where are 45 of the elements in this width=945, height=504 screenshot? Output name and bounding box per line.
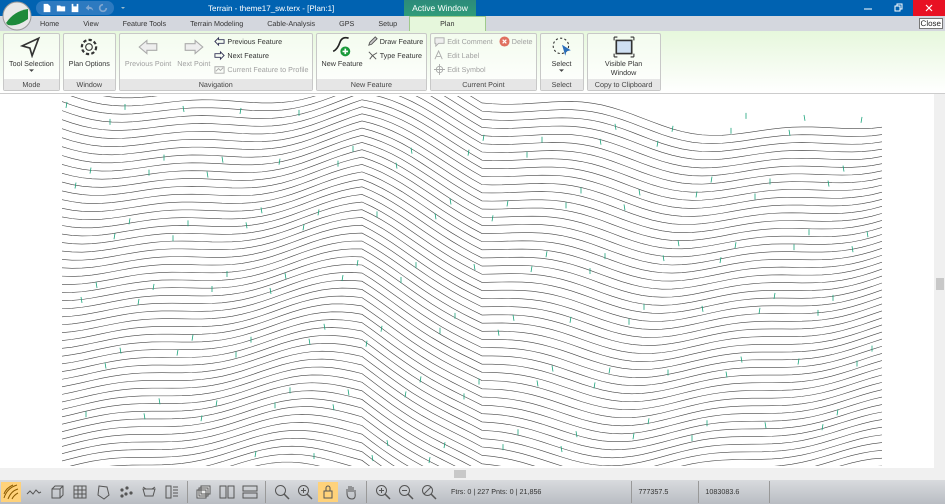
toolbar-button[interactable] [396, 482, 416, 502]
caret-icon[interactable] [120, 5, 126, 11]
arrow-right-icon [214, 50, 226, 61]
toolbar-button[interactable] [1, 482, 21, 502]
toolbar-button[interactable] [373, 482, 393, 502]
new-file-icon[interactable] [42, 3, 52, 13]
columns-icon [219, 484, 235, 500]
cube-icon [49, 484, 65, 500]
close-icon [924, 3, 934, 13]
tooltip: Close [918, 18, 943, 29]
context-label: Active Window [404, 0, 476, 16]
toolbar-button[interactable] [419, 482, 439, 502]
rows-icon [242, 484, 258, 500]
folder-icon[interactable] [56, 3, 66, 13]
toolbar-button[interactable] [272, 482, 292, 502]
scroll-thumb[interactable] [936, 278, 944, 290]
profile-icon [214, 64, 226, 75]
save-icon[interactable] [70, 3, 80, 13]
toolbar-button[interactable] [318, 482, 338, 502]
scroll-thumb[interactable] [454, 470, 466, 478]
grid-icon [72, 484, 88, 500]
toolbar-button[interactable] [295, 482, 315, 502]
list-icon [164, 484, 180, 500]
crosshair-icon [434, 64, 446, 75]
comment-icon [434, 36, 446, 47]
zoom-in-icon [375, 484, 391, 500]
pencil-icon [366, 36, 378, 47]
contour-lines-icon [3, 484, 19, 500]
polygon-icon [95, 484, 111, 500]
selection-cursor-icon [550, 36, 573, 58]
dots-icon [118, 484, 134, 500]
cursor-arrow-icon [20, 36, 42, 58]
window-frame-icon [612, 36, 635, 58]
arrow-left-icon [214, 36, 226, 47]
close-button[interactable] [913, 0, 945, 16]
zoom-out-icon [398, 484, 414, 500]
restore-icon[interactable] [893, 3, 903, 13]
nodes-icon [366, 50, 378, 61]
zoom-extent-icon [421, 484, 437, 500]
delete-icon [498, 36, 510, 47]
label-icon [434, 50, 446, 61]
windows-icon [196, 484, 212, 500]
window-title: Terrain - theme17_sw.terx - [Plan:1] [208, 4, 334, 12]
magnifier-plus-icon [297, 484, 313, 500]
magnifier-icon [274, 484, 290, 500]
